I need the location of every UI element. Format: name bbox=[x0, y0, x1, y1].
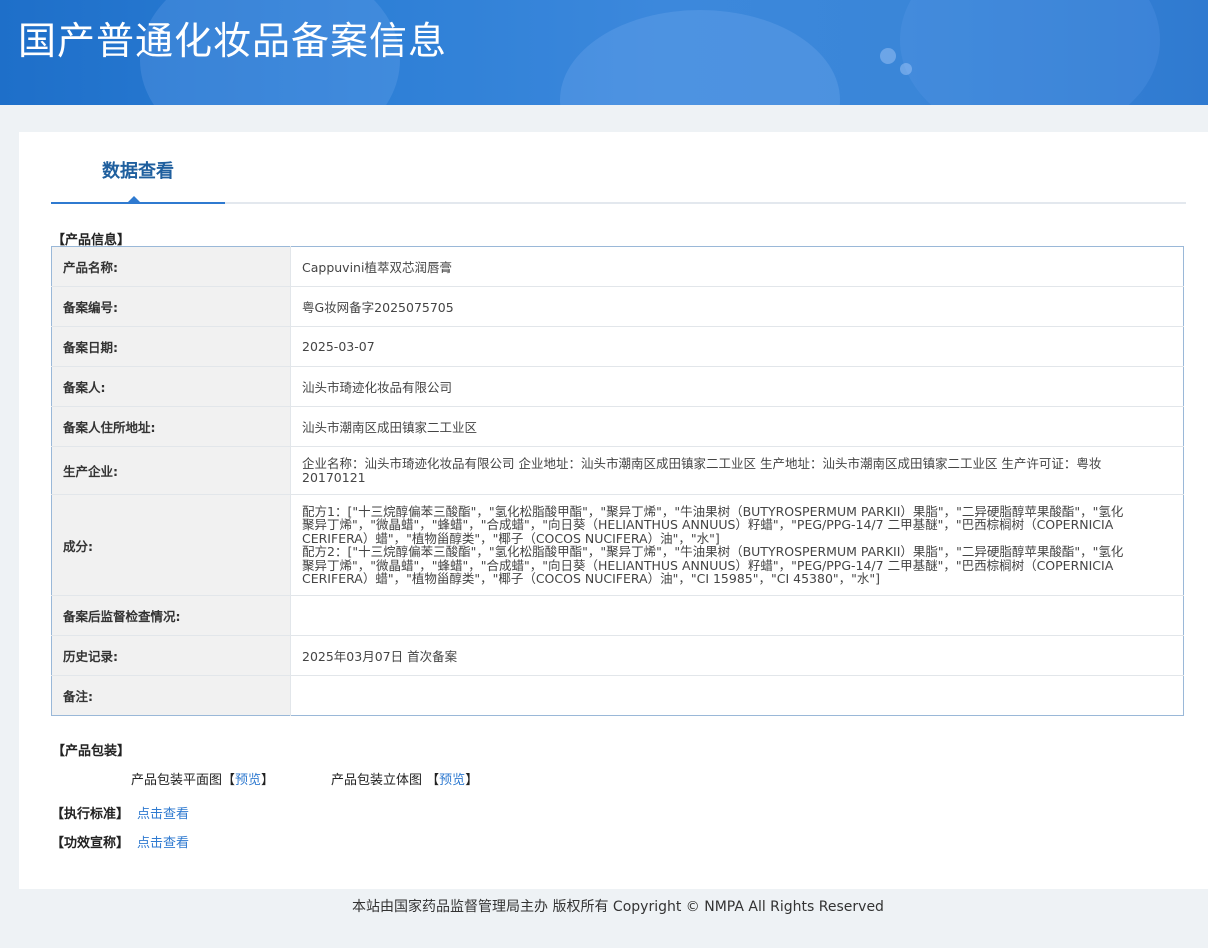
formula-2: 配方2：["十三烷醇偏苯三酸酯"，"氢化松脂酸甲酯"，"聚异丁烯"，"牛油果树（… bbox=[302, 544, 1124, 586]
packaging-flat-row: 产品包装平面图【预览】 bbox=[131, 769, 274, 788]
table-row: 备案日期: 2025-03-07 bbox=[51, 326, 1184, 367]
packaging-solid-label: 产品包装立体图 bbox=[331, 773, 423, 788]
packaging-heading: 【产品包装】 bbox=[52, 744, 131, 759]
inspection-value bbox=[290, 595, 1184, 636]
history-value: 2025年03月07日 首次备案 bbox=[290, 635, 1184, 676]
table-row: 备案编号: 粤G妆网备字2025075705 bbox=[51, 286, 1184, 327]
banner-dot bbox=[900, 63, 912, 75]
preview-flat-link[interactable]: 预览 bbox=[235, 773, 261, 788]
table-row: 备注: bbox=[51, 675, 1184, 716]
remarks-value bbox=[290, 675, 1184, 716]
banner-decoration bbox=[560, 10, 840, 105]
table-row: 备案人: 汕头市琦迹化妆品有限公司 bbox=[51, 366, 1184, 407]
table-row: 产品名称: Cappuvini植萃双芯润唇膏 bbox=[51, 246, 1184, 287]
table-row: 备案后监督检查情况: bbox=[51, 595, 1184, 636]
banner-dot bbox=[880, 48, 896, 64]
product-name-value: Cappuvini植萃双芯润唇膏 bbox=[302, 260, 452, 275]
row-label: 备案日期: bbox=[51, 326, 291, 367]
efficacy-row: 【功效宣称】 点击查看 bbox=[51, 832, 189, 851]
table-row: 历史记录: 2025年03月07日 首次备案 bbox=[51, 635, 1184, 676]
content-card: 数据查看 【产品信息】 产品名称: Cappuvini植萃双芯润唇膏 备案编号:… bbox=[19, 132, 1208, 889]
formula-1: 配方1：["十三烷醇偏苯三酸酯"，"氢化松脂酸甲酯"，"聚异丁烯"，"牛油果树（… bbox=[302, 503, 1124, 546]
product-info-table: 产品名称: Cappuvini植萃双芯润唇膏 备案编号: 粤G妆网备字20250… bbox=[51, 246, 1184, 716]
tab-bar: 数据查看 bbox=[51, 132, 1186, 204]
tab-data-view[interactable]: 数据查看 bbox=[51, 132, 225, 202]
bracket-open: 【 bbox=[222, 773, 236, 788]
manufacturer-value: 企业名称：汕头市琦迹化妆品有限公司 企业地址：汕头市潮南区成田镇家二工业区 生产… bbox=[290, 446, 1184, 495]
banner-decoration bbox=[900, 0, 1160, 105]
efficacy-label: 【功效宣称】 bbox=[51, 836, 130, 851]
row-label: 生产企业: bbox=[51, 446, 291, 495]
standards-row: 【执行标准】 点击查看 bbox=[51, 803, 189, 822]
tab-active-underline bbox=[51, 202, 225, 204]
row-label: 历史记录: bbox=[51, 635, 291, 676]
record-date-value: 2025-03-07 bbox=[290, 326, 1184, 367]
bracket-open: 【 bbox=[426, 773, 440, 788]
packaging-flat-label: 产品包装平面图 bbox=[131, 773, 223, 788]
ingredients-value: 配方1：["十三烷醇偏苯三酸酯"，"氢化松脂酸甲酯"，"聚异丁烯"，"牛油果树（… bbox=[290, 494, 1184, 596]
efficacy-link[interactable]: 点击查看 bbox=[137, 836, 189, 851]
table-row: 生产企业: 企业名称：汕头市琦迹化妆品有限公司 企业地址：汕头市潮南区成田镇家二… bbox=[51, 446, 1184, 495]
row-label: 备案人: bbox=[51, 366, 291, 407]
header-banner: 国产普通化妆品备案信息 bbox=[0, 0, 1208, 105]
registrant-address-value: 汕头市潮南区成田镇家二工业区 bbox=[290, 406, 1184, 447]
standards-label: 【执行标准】 bbox=[51, 807, 130, 822]
row-label: 备注: bbox=[51, 675, 291, 716]
packaging-solid-row: 产品包装立体图 【预览】 bbox=[331, 769, 478, 788]
row-label: 备案人住所地址: bbox=[51, 406, 291, 447]
record-number-value: 粤G妆网备字2025075705 bbox=[290, 286, 1184, 327]
bracket-close: 】 bbox=[465, 773, 479, 788]
row-label: 备案编号: bbox=[51, 286, 291, 327]
footer-copyright: 本站由国家药品监督管理局主办 版权所有 Copyright © NMPA All… bbox=[352, 899, 884, 915]
page-title: 国产普通化妆品备案信息 bbox=[18, 19, 448, 63]
preview-solid-link[interactable]: 预览 bbox=[439, 773, 465, 788]
bracket-close: 】 bbox=[261, 773, 275, 788]
row-label: 成分: bbox=[51, 494, 291, 596]
standards-link[interactable]: 点击查看 bbox=[137, 807, 189, 822]
table-row: 备案人住所地址: 汕头市潮南区成田镇家二工业区 bbox=[51, 406, 1184, 447]
caret-up-icon bbox=[128, 196, 140, 202]
registrant-value: 汕头市琦迹化妆品有限公司 bbox=[290, 366, 1184, 407]
row-label: 备案后监督检查情况: bbox=[51, 595, 291, 636]
table-row: 成分: 配方1：["十三烷醇偏苯三酸酯"，"氢化松脂酸甲酯"，"聚异丁烯"，"牛… bbox=[51, 494, 1184, 596]
row-label: 产品名称: bbox=[51, 246, 291, 287]
